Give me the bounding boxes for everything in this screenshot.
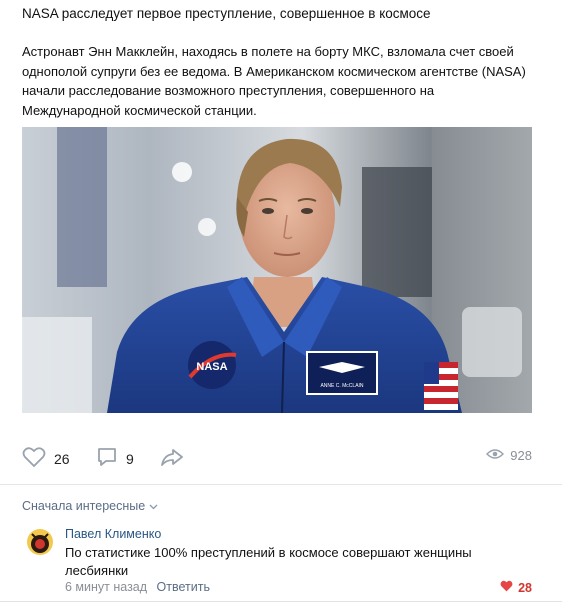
nasa-patch: NASA: [188, 341, 237, 389]
like-button[interactable]: 26: [22, 446, 70, 471]
comment-time[interactable]: 6 минут назад: [65, 580, 147, 594]
share-button[interactable]: [160, 446, 184, 471]
divider: [0, 484, 562, 485]
heart-outline-icon: [22, 446, 46, 471]
like-count: 26: [54, 450, 70, 467]
eye-icon: [486, 448, 505, 463]
post-photo[interactable]: NASA ANNE C. McCLAIN: [22, 127, 532, 413]
chevron-down-icon: [149, 499, 158, 513]
comment-meta: 6 минут назад Ответить: [65, 580, 210, 594]
heart-filled-icon: [500, 580, 513, 595]
comment-text: По статистике 100% преступлений в космос…: [65, 545, 472, 578]
nasa-patch-label: NASA: [196, 361, 227, 373]
comment-like-button[interactable]: 28: [500, 580, 532, 595]
name-tag-label: ANNE C. McCLAIN: [320, 383, 363, 389]
comments-sort[interactable]: Сначала интересные: [22, 499, 158, 513]
post-title: NASA расследует первое преступление, сов…: [22, 6, 431, 21]
speech-bubble-icon: [96, 446, 118, 471]
views-counter: 928: [486, 448, 532, 463]
share-arrow-icon: [160, 446, 184, 471]
comment-count: 9: [126, 450, 134, 467]
comments-sort-label: Сначала интересные: [22, 499, 146, 513]
comment-like-count: 28: [518, 580, 532, 595]
us-flag-patch: [424, 362, 458, 410]
views-count: 928: [510, 448, 532, 463]
avatar[interactable]: [26, 528, 54, 556]
divider: [0, 601, 562, 602]
post-actions: 26 9 928: [22, 446, 532, 472]
post-text: Астронавт Энн Макклейн, находясь в полет…: [22, 44, 526, 118]
post-card: NASA расследует первое преступление, сов…: [0, 0, 562, 608]
reply-button[interactable]: Ответить: [157, 580, 210, 594]
comment-button[interactable]: 9: [96, 446, 134, 471]
name-tag: ANNE C. McCLAIN: [306, 351, 378, 395]
comment-author[interactable]: Павел Клименко: [65, 527, 161, 541]
